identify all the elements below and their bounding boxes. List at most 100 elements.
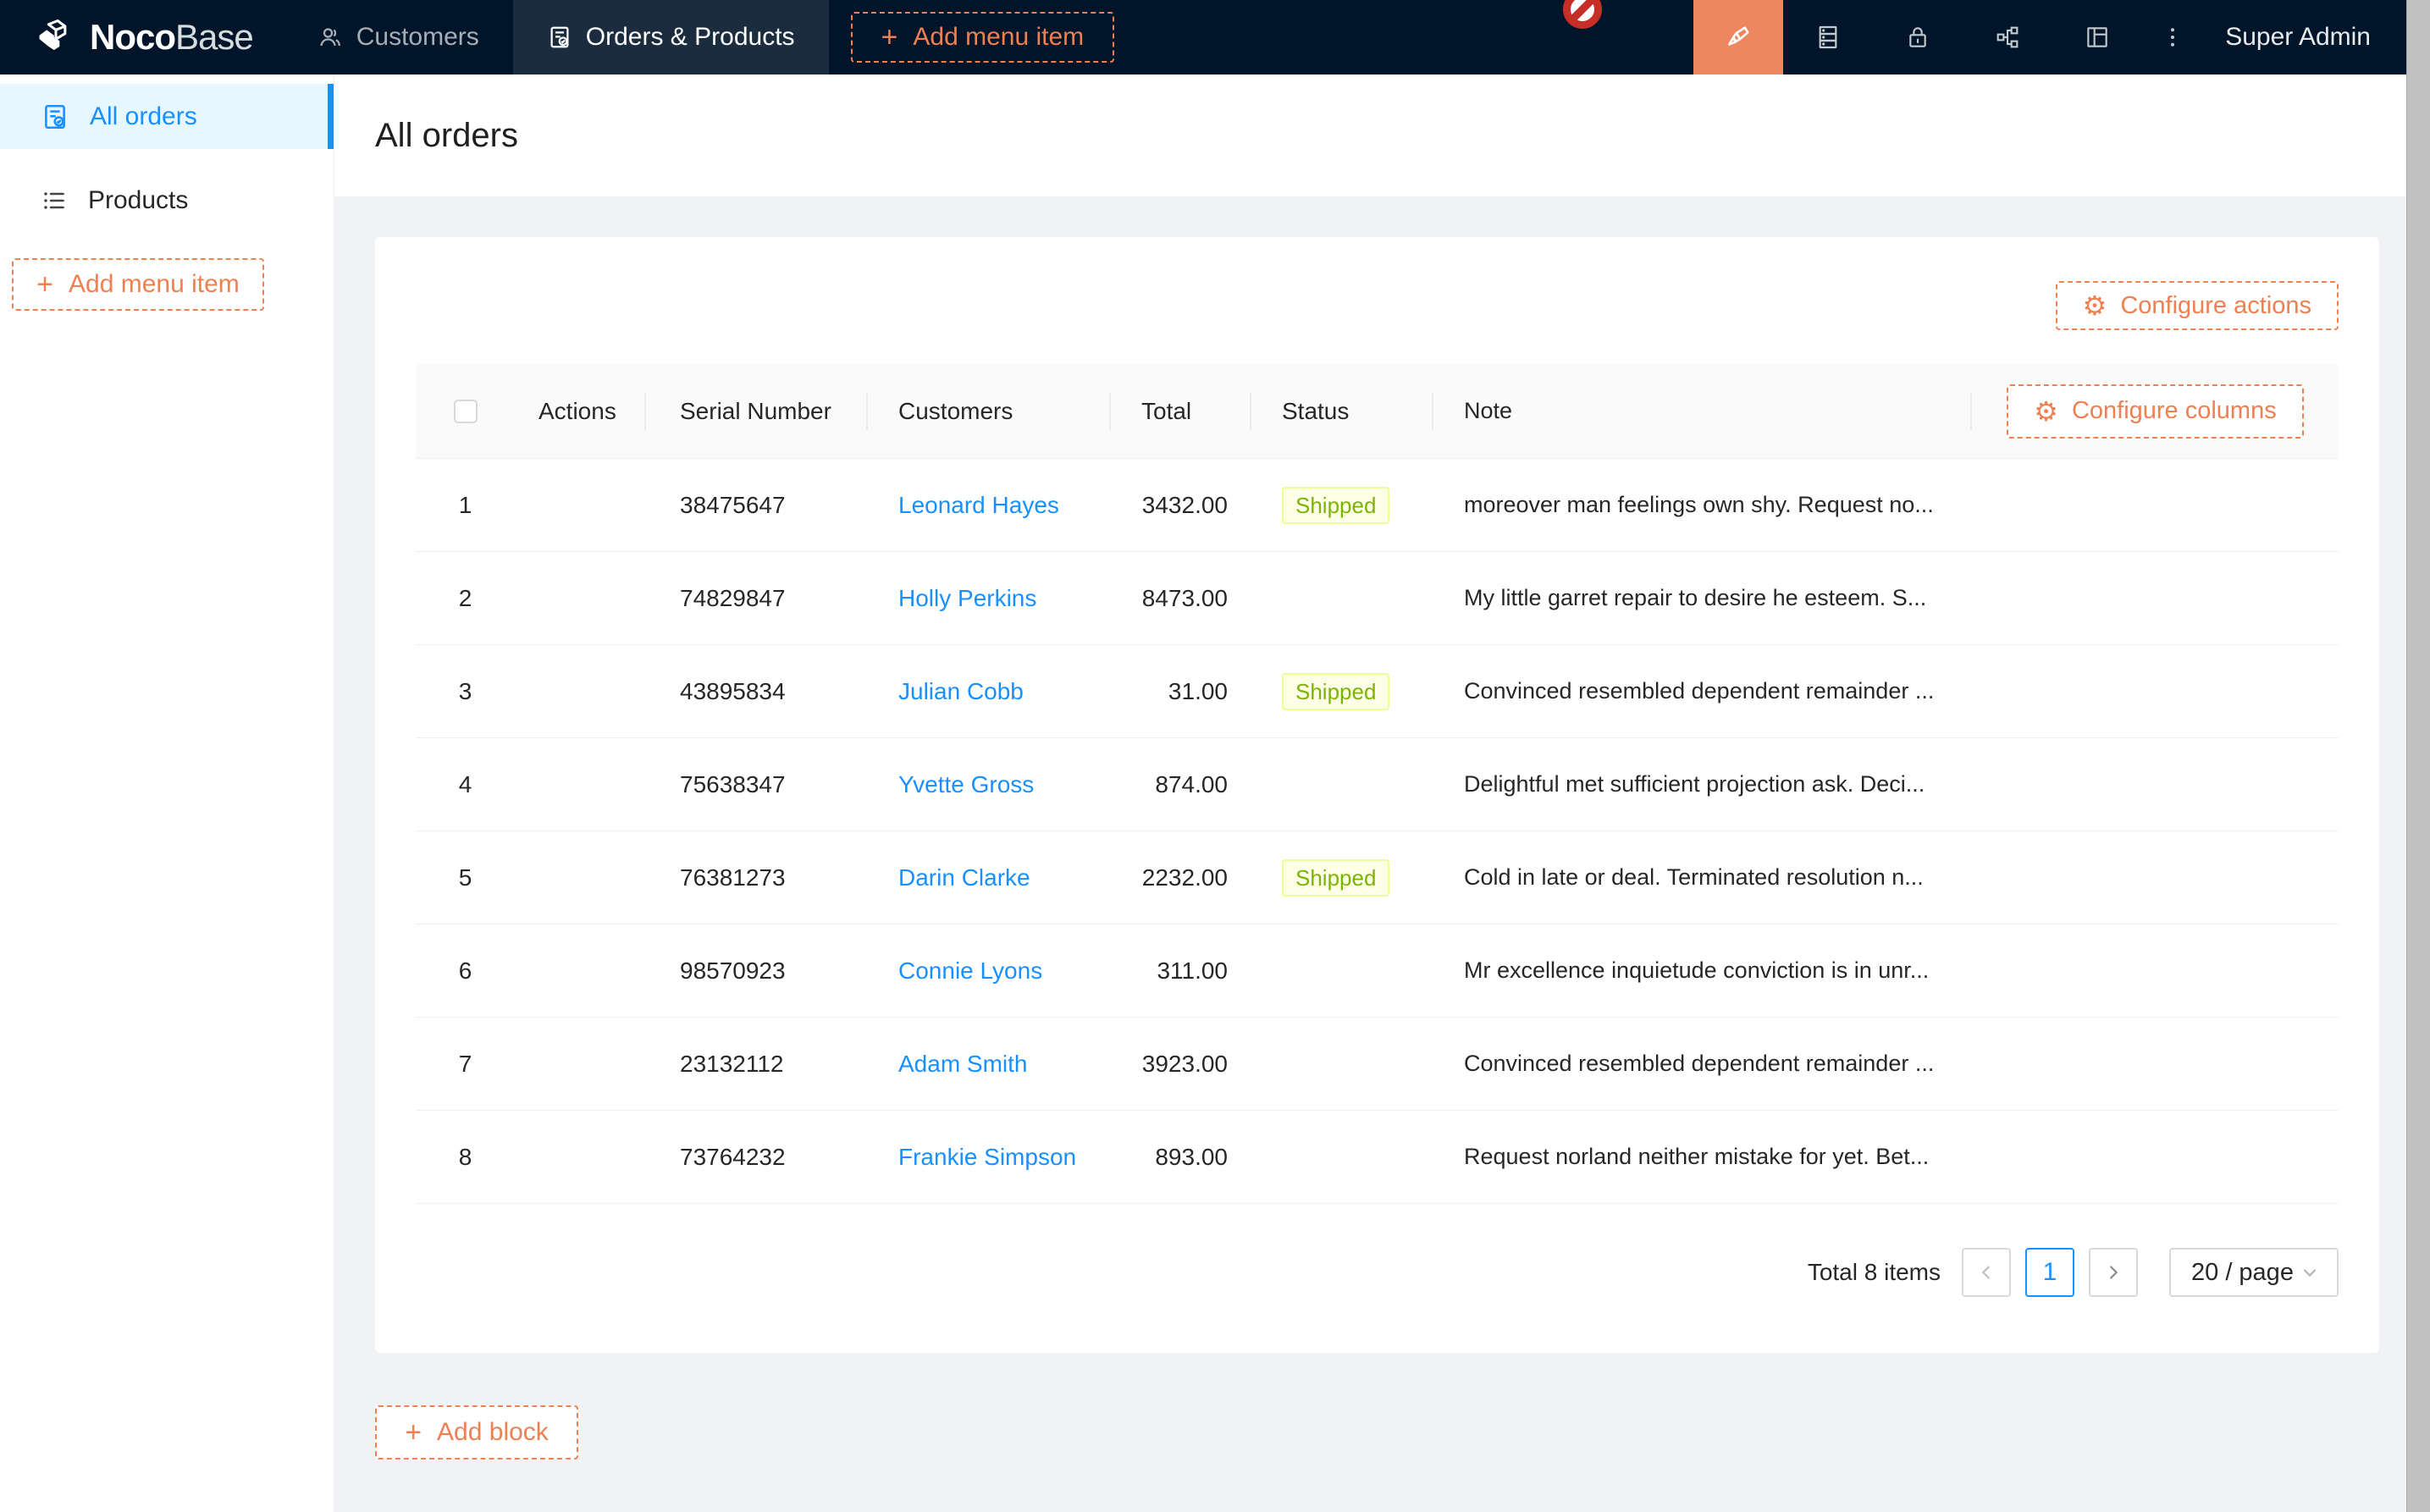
vertical-scrollbar[interactable] <box>2406 0 2430 1512</box>
nav-tab-customers[interactable]: Customers <box>284 0 513 74</box>
customer-cell: Frankie Simpson <box>868 1111 1111 1203</box>
note-cell: Request norland neither mistake for yet.… <box>1433 1111 1972 1203</box>
ellipsis-vertical-icon <box>2160 25 2185 50</box>
configure-columns-button[interactable]: ⚙ Configure columns <box>2007 384 2303 439</box>
plus-icon: + <box>881 23 898 52</box>
customer-link[interactable]: Adam Smith <box>898 1051 1028 1078</box>
nocobase-logo-icon <box>34 15 78 59</box>
serial-number-cell: 76381273 <box>646 831 868 924</box>
row-index-cell: 7 <box>416 1018 515 1110</box>
navbar-add-menu-item-button[interactable]: + Add menu item <box>851 12 1115 63</box>
table-row: 138475647Leonard Hayes3432.00Shippedmore… <box>416 459 2339 552</box>
app-logo[interactable]: NocoBase <box>0 0 284 74</box>
page-header: All orders <box>334 74 2406 196</box>
configure-columns-spacer-cell <box>1972 1111 2339 1203</box>
actions-cell <box>515 831 646 924</box>
customer-link[interactable]: Darin Clarke <box>898 864 1030 891</box>
page-size-select[interactable]: 20 / page <box>2169 1248 2339 1297</box>
chevron-right-icon <box>2104 1263 2123 1282</box>
note-cell: Mr excellence inquietude conviction is i… <box>1433 924 1972 1017</box>
status-cell <box>1251 1111 1433 1203</box>
add-block-button[interactable]: + Add block <box>375 1405 578 1460</box>
database-icon <box>1814 24 1842 51</box>
pagination-prev-button[interactable] <box>1962 1248 2011 1297</box>
customers-icon <box>318 25 343 50</box>
customer-link[interactable]: Frankie Simpson <box>898 1144 1076 1171</box>
configure-columns-spacer-cell <box>1972 459 2339 551</box>
table-body: 138475647Leonard Hayes3432.00Shippedmore… <box>416 459 2339 1204</box>
total-cell: 893.00 <box>1111 1111 1251 1203</box>
select-all-checkbox[interactable] <box>454 400 478 423</box>
orders-doc-check-icon <box>547 25 572 50</box>
total-cell: 8473.00 <box>1111 552 1251 644</box>
orders-table-block: ⚙ Configure actions Actions Serial Numbe… <box>375 237 2379 1353</box>
status-tag: Shipped <box>1282 859 1389 897</box>
configure-actions-button[interactable]: ⚙ Configure actions <box>2056 281 2339 330</box>
note-cell: moreover man feelings own shy. Request n… <box>1433 459 1972 551</box>
partition-icon <box>1994 24 2021 51</box>
customer-link[interactable]: Holly Perkins <box>898 585 1036 612</box>
chevron-down-icon <box>2300 1262 2320 1283</box>
select-all-cell <box>416 364 515 458</box>
header-status: Status <box>1251 364 1433 458</box>
main-content: All orders ⚙ Configure actions Actions <box>334 74 2406 1512</box>
note-cell: Convinced resembled dependent remainder … <box>1433 645 1972 737</box>
total-cell: 311.00 <box>1111 924 1251 1017</box>
all-orders-doc-check-icon <box>41 102 69 131</box>
status-cell <box>1251 552 1433 644</box>
serial-number-cell: 43895834 <box>646 645 868 737</box>
customer-link[interactable]: Connie Lyons <box>898 957 1042 985</box>
customer-link[interactable]: Yvette Gross <box>898 771 1034 798</box>
customer-link[interactable]: Julian Cobb <box>898 678 1024 705</box>
header-actions: Actions <box>515 364 646 458</box>
not-allowed-cursor-icon <box>1563 0 1602 29</box>
plus-icon: + <box>36 270 53 299</box>
actions-cell <box>515 738 646 830</box>
configure-columns-spacer-cell <box>1972 1018 2339 1110</box>
status-cell: Shipped <box>1251 831 1433 924</box>
row-index-cell: 2 <box>416 552 515 644</box>
user-menu[interactable]: Super Admin <box>2203 0 2406 74</box>
workflow-button[interactable] <box>1963 0 2052 74</box>
list-icon <box>41 187 68 214</box>
serial-number-cell: 23132112 <box>646 1018 868 1110</box>
row-index-cell: 4 <box>416 738 515 830</box>
permissions-button[interactable] <box>1873 0 1963 74</box>
database-manager-button[interactable] <box>1783 0 1873 74</box>
actions-cell <box>515 645 646 737</box>
configure-columns-label: Configure columns <box>2072 397 2277 425</box>
row-index-cell: 3 <box>416 645 515 737</box>
layout-icon <box>2084 24 2111 51</box>
logo-text-light: Base <box>175 17 253 58</box>
actions-cell <box>515 1018 646 1110</box>
sidebar-item-products[interactable]: Products <box>0 168 334 233</box>
sidebar-item-all-orders[interactable]: All orders <box>0 84 334 149</box>
total-cell: 3432.00 <box>1111 459 1251 551</box>
sidebar: All orders Products + Add menu item <box>0 74 334 1512</box>
nav-tab-orders-products[interactable]: Orders & Products <box>513 0 829 74</box>
status-tag: Shipped <box>1282 487 1389 524</box>
content-area: ⚙ Configure actions Actions Serial Numbe… <box>334 196 2406 1460</box>
gear-icon: ⚙ <box>2083 292 2107 319</box>
customer-cell: Adam Smith <box>868 1018 1111 1110</box>
more-actions-button[interactable] <box>2142 0 2203 74</box>
serial-number-cell: 38475647 <box>646 459 868 551</box>
top-navbar: NocoBase Customers Orders & Products + A… <box>0 0 2406 74</box>
sidebar-add-menu-item-button[interactable]: + Add menu item <box>12 258 264 311</box>
customer-link[interactable]: Leonard Hayes <box>898 492 1059 519</box>
note-cell: My little garret repair to desire he est… <box>1433 552 1972 644</box>
table-row: 576381273Darin Clarke2232.00ShippedCold … <box>416 831 2339 924</box>
header-configure-columns-cell: ⚙ Configure columns <box>1972 364 2339 458</box>
layout-button[interactable] <box>2052 0 2142 74</box>
table-toolbar: ⚙ Configure actions <box>416 281 2339 330</box>
pagination-next-button[interactable] <box>2089 1248 2138 1297</box>
status-cell: Shipped <box>1251 459 1433 551</box>
ui-editor-toggle-button[interactable] <box>1693 0 1783 74</box>
status-cell <box>1251 738 1433 830</box>
actions-cell <box>515 924 646 1017</box>
configure-actions-label: Configure actions <box>2120 292 2311 320</box>
table-row: 274829847Holly Perkins8473.00My little g… <box>416 552 2339 645</box>
status-cell: Shipped <box>1251 645 1433 737</box>
pagination-page-1-button[interactable]: 1 <box>2025 1248 2074 1297</box>
total-cell: 874.00 <box>1111 738 1251 830</box>
